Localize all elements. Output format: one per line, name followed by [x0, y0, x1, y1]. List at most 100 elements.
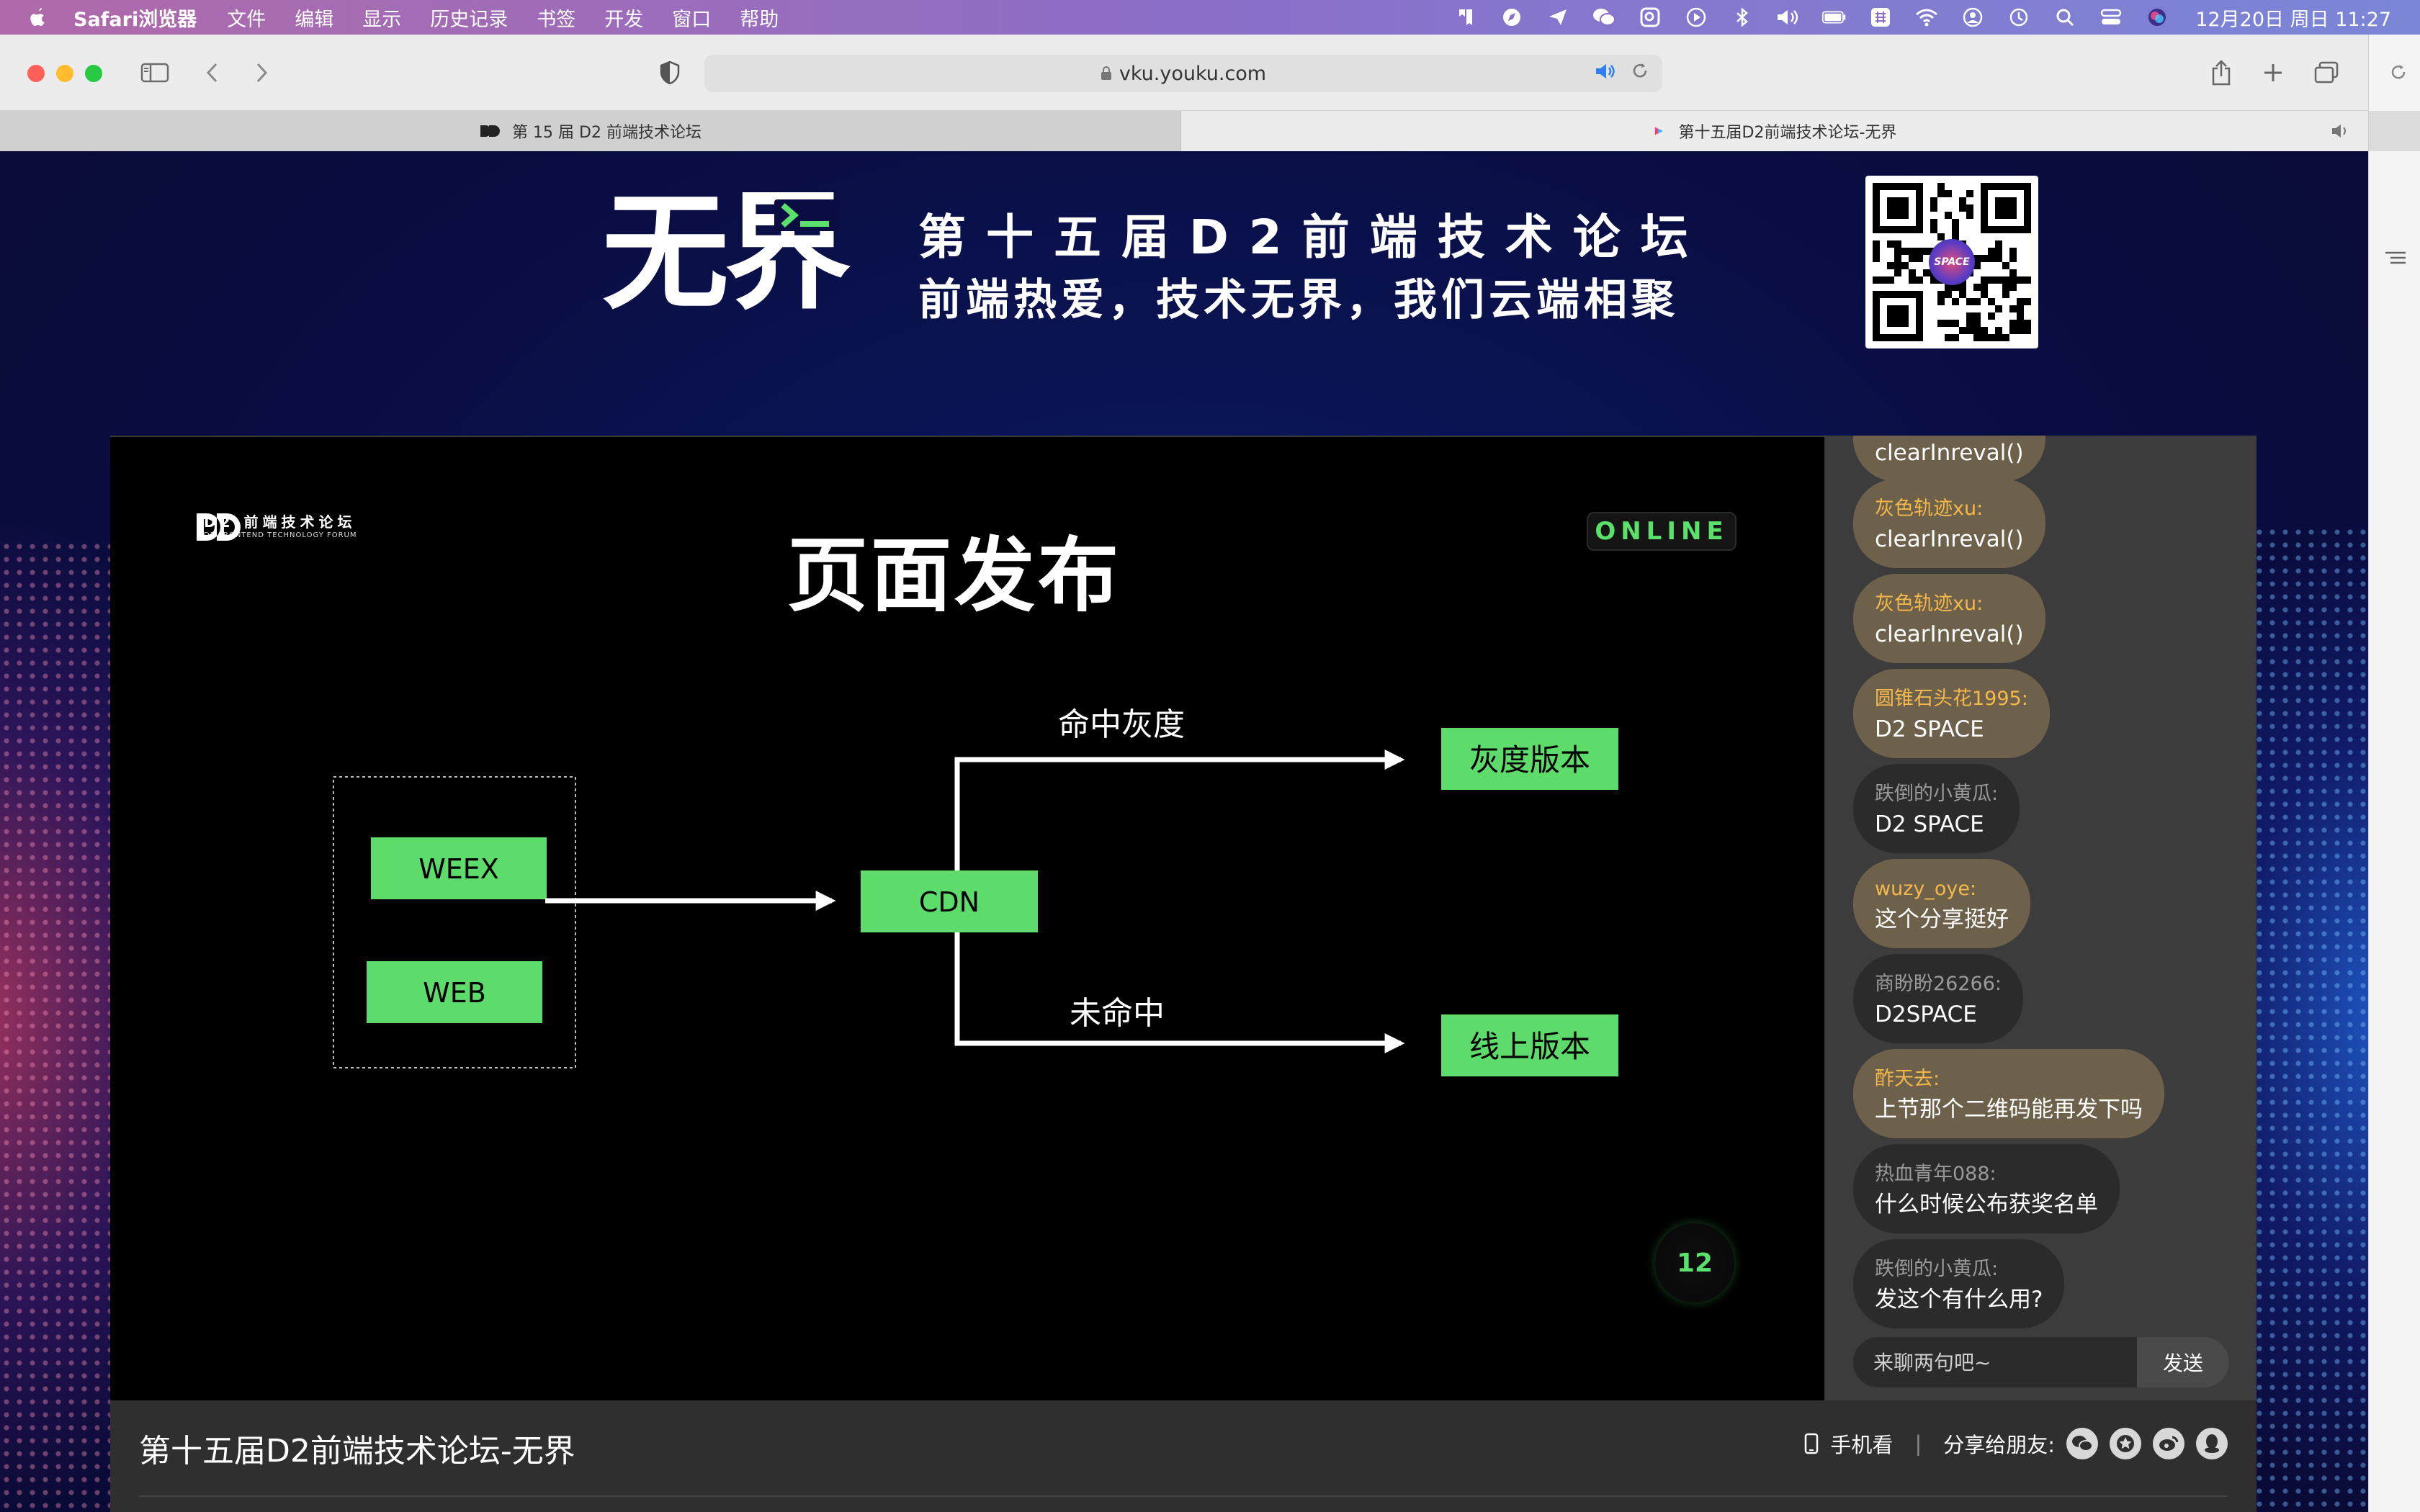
- menu-history[interactable]: 历史记录: [430, 4, 508, 32]
- source-group-box: [333, 776, 576, 1068]
- play-icon[interactable]: [1684, 6, 1708, 28]
- sidebar-toggle-button[interactable]: [138, 55, 171, 91]
- time-machine-icon[interactable]: [2007, 6, 2031, 28]
- chat-message: 灰色轨迹xu: clearInreval(): [1853, 479, 2045, 568]
- bluetooth-icon[interactable]: [1730, 6, 1754, 28]
- send-button[interactable]: 发送: [2137, 1337, 2229, 1387]
- wifi-icon[interactable]: [1914, 6, 1939, 28]
- chat-message: 热血青年088: 什么时候公布获奖名单: [1853, 1144, 2120, 1233]
- bookmark-app-icon[interactable]: [1453, 6, 1478, 28]
- hit-gray-label: 命中灰度: [1058, 706, 1185, 743]
- send-app-icon[interactable]: [1546, 6, 1570, 28]
- chat-text: clearInreval(): [1875, 621, 2024, 647]
- chat-username[interactable]: 灰色轨迹xu:: [1875, 590, 2024, 618]
- chat-text: D2 SPACE: [1875, 811, 1984, 837]
- control-center-icon[interactable]: [2099, 6, 2123, 28]
- menu-bookmarks[interactable]: 书签: [537, 4, 575, 32]
- user-icon[interactable]: [1960, 6, 1985, 28]
- address-url: vku.youku.com: [1119, 62, 1267, 85]
- miss-label: 未命中: [1070, 995, 1165, 1032]
- chat-text: clearInreval(): [1875, 526, 2024, 552]
- youku-favicon-icon: [1654, 127, 1663, 135]
- chat-message: . clearInreval(): [1853, 436, 2045, 482]
- qq-icon[interactable]: [2196, 1428, 2228, 1459]
- lock-icon: [1101, 66, 1111, 80]
- chat-text: 发这个有什么用?: [1875, 1287, 2043, 1313]
- banner-headline: 第十五届D2前端技术论坛: [918, 210, 1708, 265]
- arrow-hit-branch: [954, 750, 1405, 870]
- watch-on-mobile-link[interactable]: 手机看: [1830, 1428, 1893, 1459]
- live-chat-panel: . clearInreval() 灰色轨迹xu: clearInreval() …: [1824, 436, 2257, 1400]
- privacy-report-button[interactable]: [655, 55, 684, 91]
- tab-overview-button[interactable]: [2311, 55, 2342, 91]
- background-window-edge: [2368, 35, 2420, 1512]
- chat-username[interactable]: 灰色轨迹xu:: [1875, 495, 2024, 523]
- chat-message: 酢天去: 上节那个二维码能再发下吗: [1853, 1049, 2164, 1138]
- chat-input[interactable]: [1853, 1337, 2134, 1387]
- forward-button[interactable]: [249, 55, 274, 91]
- close-window-button[interactable]: [27, 65, 45, 82]
- volume-icon[interactable]: [1776, 6, 1801, 28]
- cdn-node-label: CDN: [919, 886, 980, 918]
- tab-d2-forum[interactable]: 第 15 届 D2 前端技术论坛: [0, 111, 1181, 151]
- decor-dots-left: [0, 540, 115, 1512]
- star-icon[interactable]: [2110, 1428, 2141, 1459]
- tab-audio-icon[interactable]: [2331, 122, 2351, 140]
- chat-username[interactable]: 跌倒的小黄瓜:: [1875, 780, 1998, 809]
- chat-text: clearInreval(): [1875, 440, 2024, 466]
- siri-icon[interactable]: [2145, 6, 2169, 28]
- video-title: 第十五届D2前端技术论坛-无界: [139, 1433, 575, 1470]
- chevron-left-icon: [206, 63, 218, 83]
- tab-d2-wujie[interactable]: 第十五届D2前端技术论坛-无界: [1181, 111, 2368, 151]
- chat-username[interactable]: 跌倒的小黄瓜:: [1875, 1255, 2043, 1284]
- chat-message: wuzy_oye: 这个分享挺好: [1853, 859, 2030, 948]
- compass-app-icon[interactable]: [1500, 6, 1524, 28]
- chat-text: D2SPACE: [1875, 1002, 1977, 1027]
- video-info-bar: 第十五届D2前端技术论坛-无界 手机看 | 分享给朋友:: [110, 1400, 2257, 1512]
- reload-icon[interactable]: [2389, 63, 2408, 82]
- reader-list-icon[interactable]: [2383, 249, 2408, 268]
- share-button[interactable]: [2207, 55, 2236, 91]
- menu-edit[interactable]: 编辑: [295, 4, 333, 32]
- chat-username[interactable]: 圆锥石头花1995:: [1875, 685, 2028, 714]
- fullscreen-window-button[interactable]: [85, 65, 102, 82]
- speaker-icon[interactable]: [1595, 62, 1616, 81]
- wechat-menubar-icon[interactable]: [1592, 6, 1616, 28]
- wechat-icon[interactable]: [2066, 1428, 2098, 1459]
- video-player[interactable]: D2 前端技术论坛 D2 FRONTEND TECHNOLOGY FORUM 页…: [110, 436, 1824, 1402]
- menu-help[interactable]: 帮助: [740, 4, 779, 32]
- mobile-phone-icon[interactable]: [1804, 1433, 1819, 1454]
- back-button[interactable]: [200, 55, 225, 91]
- search-app-icon[interactable]: [1638, 6, 1662, 28]
- reload-icon[interactable]: [1631, 62, 1649, 81]
- menu-develop[interactable]: 开发: [604, 4, 643, 32]
- safari-toolbar: vku.youku.com: [0, 35, 2368, 111]
- chat-username[interactable]: 商盼盼26266:: [1875, 970, 2002, 999]
- decor-dots-right: [2253, 526, 2368, 1512]
- spotlight-icon[interactable]: [2053, 6, 2077, 28]
- chat-username[interactable]: 热血青年088:: [1875, 1160, 2098, 1189]
- menu-view[interactable]: 显示: [362, 4, 401, 32]
- menu-window[interactable]: 窗口: [672, 4, 711, 32]
- terminal-prompt-icon: [781, 202, 829, 228]
- chat-input-box: 发送: [1853, 1337, 2229, 1387]
- plus-icon: [2264, 64, 2282, 81]
- menubar-clock[interactable]: 12月20日 周日 11:27: [2195, 4, 2391, 32]
- qr-code: SPACE: [1865, 176, 2038, 348]
- chat-username[interactable]: wuzy_oye:: [1875, 875, 2009, 904]
- chat-username[interactable]: 酢天去:: [1875, 1065, 2143, 1094]
- app-menu[interactable]: Safari浏览器: [73, 4, 197, 32]
- tabs-icon: [2314, 61, 2339, 84]
- menu-file[interactable]: 文件: [227, 4, 266, 32]
- share-label: 分享给朋友:: [1943, 1433, 2055, 1457]
- weibo-icon[interactable]: [2153, 1428, 2184, 1459]
- logo-terminal-mark: [774, 199, 841, 231]
- new-tab-button[interactable]: [2259, 55, 2287, 91]
- gray-version-label: 灰度版本: [1469, 742, 1590, 778]
- d2-favicon-icon: [480, 125, 501, 137]
- minimize-window-button[interactable]: [56, 65, 73, 82]
- input-method-icon[interactable]: [1868, 6, 1893, 28]
- address-bar[interactable]: vku.youku.com: [704, 55, 1662, 92]
- apple-icon[interactable]: [29, 6, 48, 28]
- slide-page-number: 12: [1655, 1223, 1734, 1302]
